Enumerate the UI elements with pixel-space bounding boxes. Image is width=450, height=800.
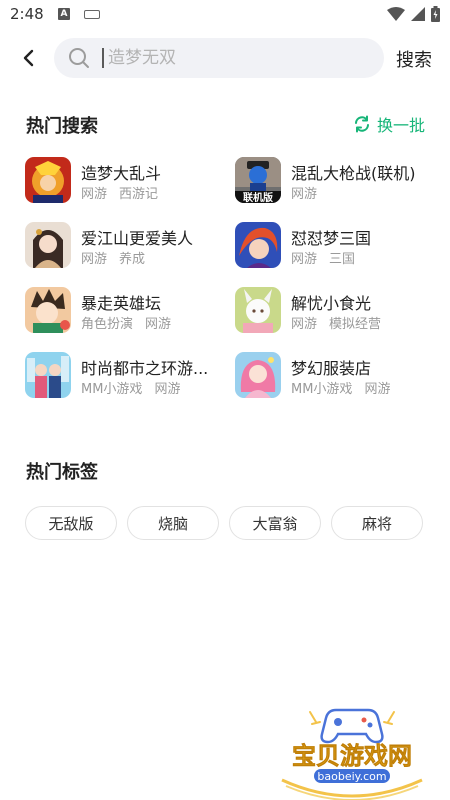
tag-chip[interactable]: 麻将 [331, 506, 423, 540]
game-tag: 网游 [291, 187, 318, 202]
game-tags: 网游 [291, 183, 317, 202]
notification-a-icon: A [58, 8, 70, 20]
watermark-logo: 宝贝游戏网 baobeiy.com [272, 702, 432, 800]
game-icon-hunluan: 联机版 [235, 157, 281, 203]
game-tag: 养成 [119, 252, 146, 267]
hot-game-item[interactable]: 造梦大乱斗 网游 西游记 [25, 157, 225, 205]
game-name: 解忧小食光 [291, 294, 372, 313]
game-tag: 网游 [145, 317, 172, 332]
game-tag: 网游 [81, 252, 108, 267]
game-tags: 网游 西游记 [81, 183, 158, 202]
game-tag: 西游记 [119, 187, 159, 202]
game-tags: 网游 养成 [81, 248, 145, 267]
game-name: 怼怼梦三国 [291, 229, 372, 248]
refresh-icon [354, 115, 369, 133]
hot-game-item[interactable]: 爱江山更爱美人 网游 养成 [25, 222, 225, 270]
keyboard-icon [84, 10, 100, 19]
tag-chip[interactable]: 烧脑 [127, 506, 219, 540]
search-bar-row: 搜索 [0, 38, 450, 78]
text-caret [102, 48, 104, 68]
search-input[interactable] [108, 48, 358, 68]
game-tag: 网游 [364, 382, 391, 397]
hot-game-item[interactable]: 联机版 混乱大枪战(联机) 网游 [235, 157, 435, 205]
game-icon-baozou [25, 287, 71, 333]
gamepad-icon [320, 708, 384, 744]
game-tag: 网游 [291, 252, 318, 267]
game-icon-badge: 联机版 [243, 191, 273, 203]
game-tag: 网游 [154, 382, 181, 397]
status-bar: 2:48 A [0, 0, 450, 30]
chevron-left-icon [23, 49, 34, 67]
refresh-button[interactable]: 换一批 [353, 112, 425, 136]
game-tags: 角色扮演 网游 [81, 313, 171, 332]
hot-game-item[interactable]: 解忧小食光 网游 模拟经营 [235, 287, 435, 335]
refresh-label: 换一批 [376, 116, 425, 135]
tag-chip[interactable]: 无敌版 [25, 506, 117, 540]
hot-game-item[interactable]: 暴走英雄坛 角色扮演 网游 [25, 287, 225, 335]
watermark-name: 宝贝游戏网 [292, 742, 412, 770]
hot-game-item[interactable]: 时尚都市之环游... MM小游戏 网游 [25, 352, 225, 400]
game-tags: 网游 模拟经营 [291, 313, 381, 332]
game-name: 梦幻服装店 [291, 359, 372, 378]
game-tag: 模拟经营 [329, 317, 382, 332]
tag-chip[interactable]: 大富翁 [229, 506, 321, 540]
game-icon-menghuan [235, 352, 281, 398]
game-tag: 角色扮演 [81, 317, 134, 332]
game-icon-zaomeng [25, 157, 71, 203]
game-icon-shishang [25, 352, 71, 398]
search-box[interactable] [54, 38, 384, 78]
wifi-icon [387, 7, 405, 21]
game-name: 时尚都市之环游... [81, 359, 209, 378]
game-tag: MM小游戏 [81, 382, 143, 397]
cell-signal-icon [411, 7, 425, 21]
game-name: 暴走英雄坛 [81, 294, 162, 313]
game-tag: 网游 [81, 187, 108, 202]
hot-game-item[interactable]: 怼怼梦三国 网游 三国 [235, 222, 435, 270]
status-icons [387, 6, 440, 22]
game-name: 造梦大乱斗 [81, 164, 162, 183]
game-icon-aijiangshan [25, 222, 71, 268]
game-name: 爱江山更爱美人 [81, 229, 194, 248]
game-icon-duidui [235, 222, 281, 268]
watermark-url: baobeiy.com [317, 770, 386, 783]
status-time: 2:48 [10, 5, 44, 23]
hot-game-item[interactable]: 梦幻服装店 MM小游戏 网游 [235, 352, 435, 400]
game-icon-jieyou [235, 287, 281, 333]
back-button[interactable] [14, 44, 42, 72]
game-name: 混乱大枪战(联机) [291, 164, 416, 183]
game-tags: MM小游戏 网游 [81, 378, 180, 397]
game-tag: 网游 [291, 317, 318, 332]
game-tags: MM小游戏 网游 [291, 378, 390, 397]
hot-search-title: 热门搜索 [26, 116, 98, 137]
game-tag: 三国 [329, 252, 356, 267]
search-submit-button[interactable]: 搜索 [396, 46, 432, 72]
game-tags: 网游 三国 [291, 248, 355, 267]
search-icon [68, 47, 90, 69]
battery-icon [431, 6, 440, 22]
hot-tags-title: 热门标签 [26, 462, 98, 483]
game-tag: MM小游戏 [291, 382, 353, 397]
